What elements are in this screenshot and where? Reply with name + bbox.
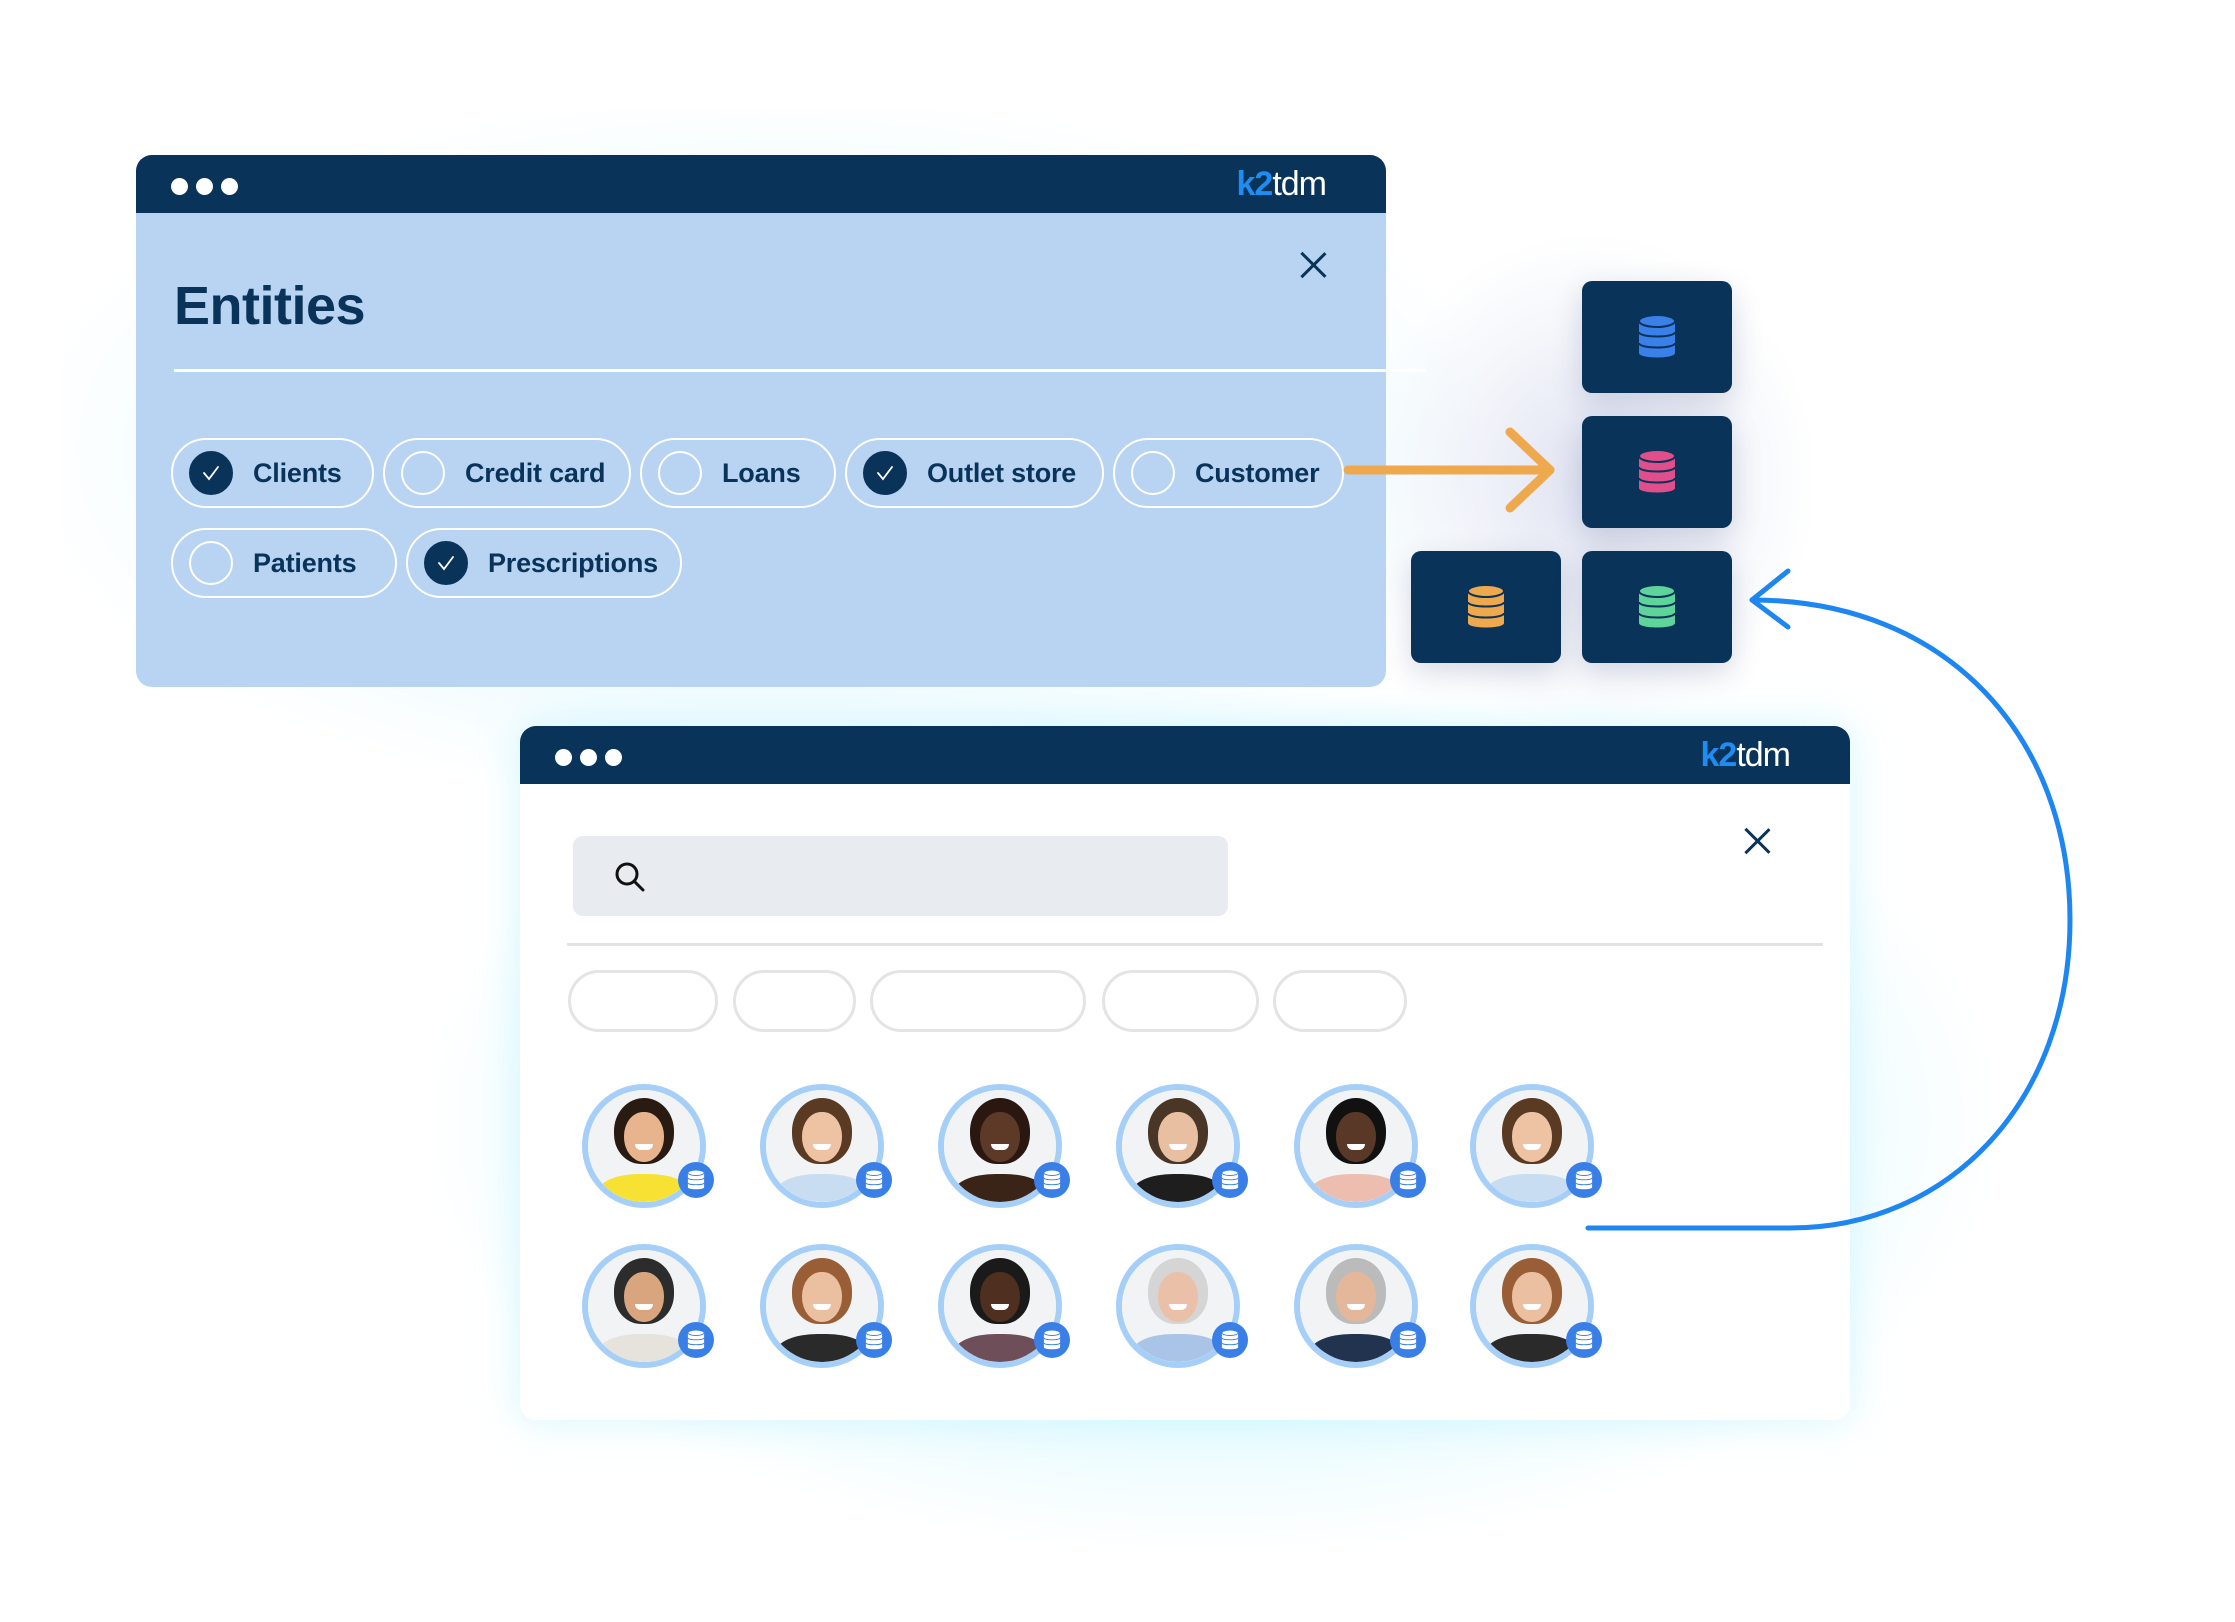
search-window: k2tdm xyxy=(520,726,1850,1420)
database-icon xyxy=(1221,1169,1239,1190)
database-icon xyxy=(1399,1169,1417,1190)
entity-chip[interactable]: Outlet store xyxy=(845,438,1104,508)
database-tile[interactable] xyxy=(1582,281,1732,393)
record-avatar[interactable] xyxy=(938,1244,1070,1368)
database-tile[interactable] xyxy=(1582,416,1732,528)
chip-label: Customer xyxy=(1195,457,1320,488)
database-badge xyxy=(1212,1322,1248,1358)
divider xyxy=(174,369,1426,372)
database-icon xyxy=(1043,1329,1061,1350)
database-badge xyxy=(1566,1322,1602,1358)
database-icon xyxy=(1638,449,1676,493)
database-badge xyxy=(856,1322,892,1358)
filter-chip[interactable] xyxy=(733,970,856,1032)
record-avatar[interactable] xyxy=(1470,1244,1602,1368)
check-icon xyxy=(877,466,893,481)
chip-label: Patients xyxy=(253,547,357,578)
database-icon xyxy=(687,1329,705,1350)
database-badge xyxy=(1034,1322,1070,1358)
filter-chip[interactable] xyxy=(568,970,718,1032)
record-avatar[interactable] xyxy=(1116,1244,1248,1368)
database-icon xyxy=(865,1329,883,1350)
database-icon xyxy=(1575,1169,1593,1190)
checkbox[interactable] xyxy=(658,451,702,495)
divider xyxy=(567,943,1823,946)
window-dot[interactable] xyxy=(221,178,238,195)
search-icon xyxy=(615,862,645,892)
filter-chip[interactable] xyxy=(870,970,1086,1032)
database-badge xyxy=(1390,1322,1426,1358)
close-icon[interactable] xyxy=(1743,827,1771,855)
chip-label: Loans xyxy=(722,457,801,488)
check-icon xyxy=(438,556,454,571)
logo-prefix: k2 xyxy=(1700,736,1737,774)
checkbox[interactable] xyxy=(863,451,907,495)
database-badge xyxy=(1566,1162,1602,1198)
entity-chip[interactable]: Prescriptions xyxy=(406,528,682,598)
window-titlebar: k2tdm xyxy=(136,155,1386,213)
record-avatar[interactable] xyxy=(938,1084,1070,1208)
checkbox[interactable] xyxy=(424,541,468,585)
entities-window: k2tdm Entities Clients Credit card Loans Ou… xyxy=(136,155,1426,687)
database-icon xyxy=(865,1169,883,1190)
database-icon xyxy=(1221,1329,1239,1350)
database-tile[interactable] xyxy=(1582,551,1732,663)
close-icon[interactable] xyxy=(1299,251,1327,279)
database-badge xyxy=(856,1162,892,1198)
database-icon xyxy=(1638,584,1676,628)
check-icon xyxy=(203,466,219,481)
chip-label: Credit card xyxy=(465,457,606,488)
entity-chip[interactable]: Patients xyxy=(171,528,397,598)
entity-chip[interactable]: Customer xyxy=(1113,438,1344,508)
filter-chip[interactable] xyxy=(1273,970,1407,1032)
window-controls[interactable] xyxy=(555,749,622,766)
record-avatar[interactable] xyxy=(760,1244,892,1368)
database-badge xyxy=(1034,1162,1070,1198)
database-icon xyxy=(1638,314,1676,358)
logo-prefix: k2 xyxy=(1236,165,1273,203)
database-icon xyxy=(1467,584,1505,628)
checkbox[interactable] xyxy=(1131,451,1175,495)
chip-label: Prescriptions xyxy=(488,547,658,578)
database-icon xyxy=(687,1169,705,1190)
window-dot[interactable] xyxy=(196,178,213,195)
window-dot[interactable] xyxy=(605,749,622,766)
record-avatar[interactable] xyxy=(760,1084,892,1208)
database-icon xyxy=(1043,1169,1061,1190)
record-avatar[interactable] xyxy=(1116,1084,1248,1208)
database-badge xyxy=(678,1322,714,1358)
window-dot[interactable] xyxy=(580,749,597,766)
filter-chip[interactable] xyxy=(1102,970,1259,1032)
entity-chip[interactable]: Loans xyxy=(640,438,836,508)
database-icon xyxy=(1399,1329,1417,1350)
window-dot[interactable] xyxy=(171,178,188,195)
database-badge xyxy=(1212,1162,1248,1198)
chip-label: Clients xyxy=(253,457,342,488)
window-dot[interactable] xyxy=(555,749,572,766)
logo-suffix: tdm xyxy=(1736,736,1791,774)
record-avatar[interactable] xyxy=(582,1244,714,1368)
entity-chip[interactable]: Clients xyxy=(171,438,374,508)
database-badge xyxy=(678,1162,714,1198)
record-avatar[interactable] xyxy=(1470,1084,1602,1208)
window-controls[interactable] xyxy=(171,178,238,195)
k2tdm-logo: k2tdm xyxy=(1700,736,1791,774)
database-tile[interactable] xyxy=(1411,551,1561,663)
logo-suffix: tdm xyxy=(1272,165,1327,203)
entity-chip[interactable]: Credit card xyxy=(383,438,631,508)
checkbox[interactable] xyxy=(189,451,233,495)
window-titlebar: k2tdm xyxy=(520,726,1850,784)
checkbox[interactable] xyxy=(401,451,445,495)
record-avatar[interactable] xyxy=(582,1084,714,1208)
page-title: Entities xyxy=(174,276,366,336)
record-avatar[interactable] xyxy=(1294,1244,1426,1368)
search-input[interactable] xyxy=(573,836,1228,916)
checkbox[interactable] xyxy=(189,541,233,585)
k2tdm-logo: k2tdm xyxy=(1236,165,1327,203)
record-avatar[interactable] xyxy=(1294,1084,1426,1208)
database-icon xyxy=(1575,1329,1593,1350)
database-badge xyxy=(1390,1162,1426,1198)
chip-label: Outlet store xyxy=(927,457,1077,488)
